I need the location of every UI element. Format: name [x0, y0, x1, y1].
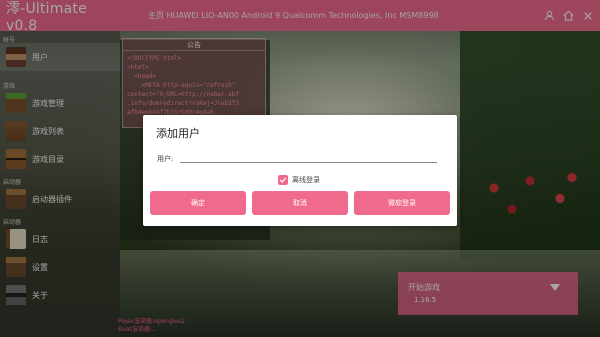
offline-login-checkbox[interactable] [278, 175, 288, 185]
confirm-button[interactable]: 确定 [150, 191, 246, 215]
offline-login-label: 离线登录 [292, 176, 320, 184]
cancel-button[interactable]: 取消 [252, 191, 348, 215]
dialog-title: 添加用户 [156, 127, 200, 140]
username-input[interactable] [180, 149, 437, 163]
username-label: 用户: [157, 155, 174, 163]
microsoft-login-button[interactable]: 微软登录 [354, 191, 450, 215]
check-icon [279, 177, 287, 183]
add-user-dialog: 添加用户 用户: 离线登录 确定 取消 微软登录 [143, 115, 457, 226]
offline-login-row[interactable]: 离线登录 [278, 175, 320, 185]
